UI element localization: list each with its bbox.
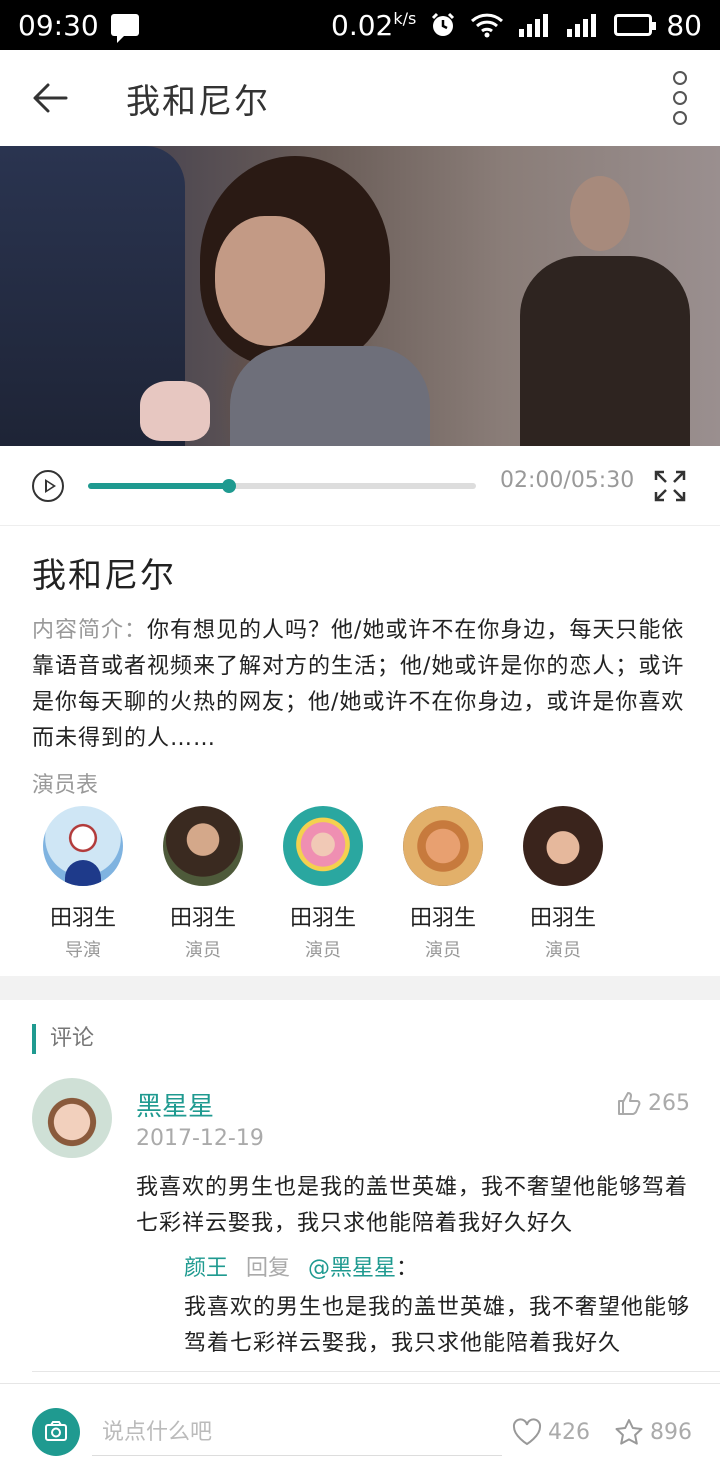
more-dot-icon [673,111,687,125]
avatar [163,806,243,886]
section-divider [0,976,720,1000]
cast-label: 演员表 [32,773,99,798]
alarm-icon [432,12,455,36]
video-figure [520,256,690,446]
signal-icon-2 [567,14,597,37]
video-figure [230,346,430,446]
camera-icon [45,1421,67,1441]
cast-name: 田羽生 [529,906,596,931]
more-dot-icon [673,71,687,85]
status-time: 09:30 [18,8,99,42]
cast-member[interactable]: 田羽生 演员 [388,806,498,962]
signal-icon [519,14,549,37]
network-speed-value: 0.02 [331,8,394,42]
movie-title: 我和尼尔 [32,556,176,596]
comment-input[interactable] [92,1408,502,1456]
video-player[interactable] [0,146,720,446]
video-figure [140,381,210,441]
camera-button[interactable] [32,1408,80,1456]
back-button[interactable] [0,50,100,146]
avatar [523,806,603,886]
avatar [283,806,363,886]
cast-member[interactable]: 田羽生 导演 [28,806,138,962]
network-speed-unit: k/s [393,8,417,28]
message-icon [110,14,139,43]
cast-role: 演员 [545,940,581,961]
comments-separator [32,1371,720,1372]
fullscreen-icon[interactable] [654,470,686,502]
play-button[interactable] [32,470,64,502]
progress-handle[interactable] [221,479,236,493]
cast-name: 田羽生 [49,906,116,931]
heart-icon [512,1418,542,1446]
avatar [43,806,123,886]
progress-bar[interactable] [88,479,476,493]
cast-name: 田羽生 [169,906,236,931]
movie-info: 我和尼尔 内容简介：你有想见的人吗？他/她或许不在你身边，每天只能依靠语音或者视… [0,526,720,976]
reply-label: 回复 [246,1256,291,1281]
cast-member[interactable]: 田羽生 演员 [148,806,258,962]
video-figure [215,216,325,346]
favorite-button[interactable]: 896 [614,1418,692,1446]
synopsis-label: 内容简介： [32,618,148,643]
cast-role: 演员 [425,940,461,961]
reply-header: 颜王 回复 @黑星星： [184,1250,418,1282]
battery-icon [614,14,657,36]
comment-date: 2017-12-19 [136,1126,264,1151]
reply-text: 我喜欢的男生也是我的盖世英雄，我不奢望他能够驾着七彩祥云娶我，我只求他能陪着我好… [184,1295,691,1356]
network-speed: 0.02k/s [331,9,416,42]
playback-time: 02:00/05:30 [500,468,635,493]
comments-section: 评论 黑星星 2017-12-19 265 我喜欢的男生也是我的盖世英雄，我不奢… [0,1000,720,1383]
more-dot-icon [673,91,687,105]
cast-role: 演员 [305,940,341,961]
comment-text: 我喜欢的男生也是我的盖世英雄，我不奢望他能够驾着七彩祥云娶我，我只求他能陪着我好… [136,1175,689,1236]
like-button[interactable]: 426 [512,1418,590,1446]
reply-username[interactable]: 颜王 [184,1256,228,1281]
battery-level: 80 [666,8,702,42]
favorite-count: 896 [650,1419,692,1445]
cast-role: 演员 [185,940,221,961]
cast-member[interactable]: 田羽生 演员 [268,806,378,962]
avatar [403,806,483,886]
comments-title: 评论 [32,1024,94,1054]
progress-fill [88,483,229,489]
more-options-button[interactable] [640,50,720,146]
app-bar: 我和尼尔 [0,50,720,146]
page-title: 我和尼尔 [126,81,270,122]
reply-colon: ： [396,1256,419,1281]
comment-like-button[interactable]: 265 [616,1090,690,1116]
video-controls: 02:00/05:30 [0,446,720,526]
comment-like-count: 265 [648,1090,690,1116]
avatar[interactable] [32,1078,112,1158]
wifi-icon [471,13,504,38]
comment-username[interactable]: 黑星星 [136,1086,214,1123]
star-icon [615,1419,643,1445]
back-arrow-icon [33,83,68,113]
cast-name: 田羽生 [289,906,356,931]
cast-role: 导演 [65,940,101,961]
reply-target[interactable]: @黑星星 [308,1256,396,1281]
status-bar: 09:30 0.02k/s 80 [0,0,720,50]
cast-name: 田羽生 [409,906,476,931]
synopsis: 内容简介：你有想见的人吗？他/她或许不在你身边，每天只能依靠语音或者视频来了解对… [32,613,688,757]
thumbs-up-icon [618,1092,641,1115]
video-figure [570,176,630,251]
bottom-bar: 426 896 [0,1383,720,1480]
like-count: 426 [548,1419,590,1445]
cast-member[interactable]: 田羽生 演员 [508,806,618,962]
